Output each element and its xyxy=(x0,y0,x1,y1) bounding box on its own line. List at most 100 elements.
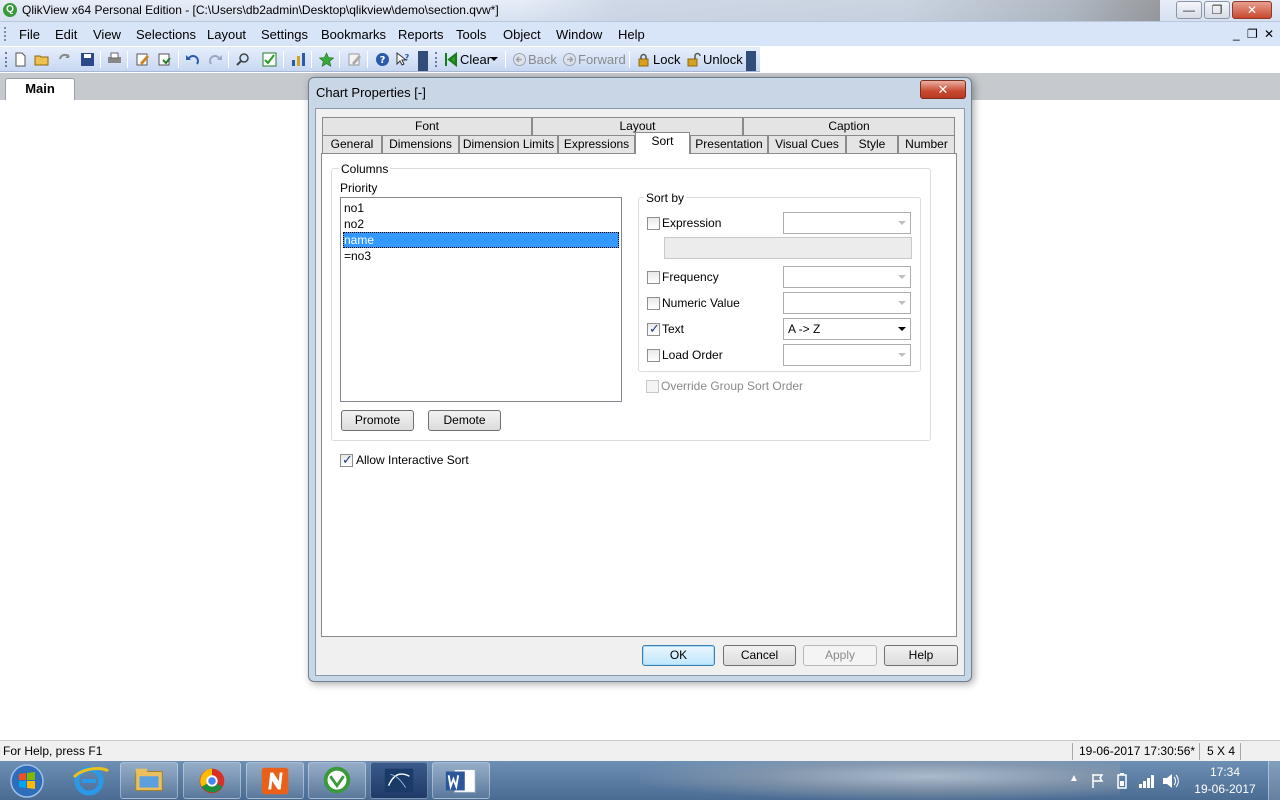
chevron-down-icon[interactable] xyxy=(490,55,498,63)
action-center-flag-icon[interactable] xyxy=(1090,773,1106,789)
tab-caption[interactable]: Caption xyxy=(743,117,955,135)
toolbar-overflow-chevron[interactable] xyxy=(746,51,756,71)
cancel-button[interactable]: Cancel xyxy=(723,645,796,666)
menu-window[interactable]: Window xyxy=(556,27,602,42)
menu-selections[interactable]: Selections xyxy=(136,27,196,42)
search-icon[interactable] xyxy=(235,52,250,67)
toolbar-grip[interactable] xyxy=(435,52,438,67)
menu-view[interactable]: View xyxy=(93,27,121,42)
expression-checkbox[interactable] xyxy=(647,217,660,230)
override-group-sort-checkbox[interactable] xyxy=(646,380,659,393)
text-checkbox[interactable] xyxy=(647,321,660,337)
add-bookmark-star-icon[interactable] xyxy=(319,52,334,67)
tab-font[interactable]: Font xyxy=(322,117,532,135)
menu-file[interactable]: File xyxy=(19,27,40,42)
tab-visual-cues[interactable]: Visual Cues xyxy=(768,135,846,153)
frequency-checkbox[interactable] xyxy=(647,271,660,284)
clear-button[interactable]: Clear xyxy=(460,52,491,67)
microsoft-word-icon[interactable] xyxy=(432,762,490,799)
toolbar-grip[interactable] xyxy=(5,52,8,67)
list-item[interactable]: no1 xyxy=(343,200,619,216)
edit-module-icon[interactable] xyxy=(347,52,362,67)
battery-icon[interactable] xyxy=(1116,773,1128,789)
unlock-button[interactable]: Unlock xyxy=(703,52,743,67)
internet-explorer-icon[interactable] xyxy=(60,762,118,799)
apply-button[interactable]: Apply xyxy=(803,645,877,666)
chrome-icon[interactable] xyxy=(183,762,241,799)
expression-sort-dropdown[interactable] xyxy=(783,212,911,234)
tab-expressions[interactable]: Expressions xyxy=(558,135,635,153)
context-help-icon[interactable]: ? xyxy=(396,52,411,67)
qlikview-taskbar-icon[interactable] xyxy=(308,762,366,799)
clock-date[interactable]: 19-06-2017 xyxy=(1190,782,1260,796)
allow-interactive-sort-checkbox[interactable] xyxy=(340,452,353,468)
numeric-value-checkbox[interactable] xyxy=(647,297,660,310)
list-item-selected[interactable]: name xyxy=(343,232,619,248)
minimize-button[interactable]: — xyxy=(1176,1,1202,19)
mdi-minimize-button[interactable]: _ xyxy=(1233,27,1240,41)
tab-presentation[interactable]: Presentation xyxy=(690,135,768,153)
numeric-value-sort-dropdown[interactable] xyxy=(783,292,911,314)
menu-object[interactable]: Object xyxy=(503,27,541,42)
menu-settings[interactable]: Settings xyxy=(261,27,308,42)
undo-icon[interactable] xyxy=(185,52,200,67)
file-explorer-icon[interactable] xyxy=(120,762,178,799)
tab-number[interactable]: Number xyxy=(898,135,955,153)
tab-general[interactable]: General xyxy=(322,135,382,153)
mdi-restore-button[interactable]: ❐ xyxy=(1247,27,1258,41)
dialog-close-button[interactable]: ✕ xyxy=(920,80,966,99)
menu-layout[interactable]: Layout xyxy=(207,27,246,42)
promote-button[interactable]: Promote xyxy=(341,410,414,431)
save-icon[interactable] xyxy=(80,52,95,67)
toolbar-separator xyxy=(629,51,630,68)
help-icon[interactable]: ? xyxy=(375,52,390,67)
reload-data-icon[interactable] xyxy=(157,52,172,67)
menu-reports[interactable]: Reports xyxy=(398,27,444,42)
restore-button[interactable]: ❐ xyxy=(1204,1,1230,19)
open-folder-icon[interactable] xyxy=(34,52,49,67)
toolbar-overflow-chevron[interactable] xyxy=(418,51,428,71)
text-sort-dropdown[interactable]: A -> Z xyxy=(783,318,911,340)
menu-grip[interactable] xyxy=(4,27,7,41)
menu-tools[interactable]: Tools xyxy=(456,27,486,42)
clear-icon xyxy=(445,52,457,67)
back-button[interactable]: Back xyxy=(528,52,557,67)
reload-icon[interactable] xyxy=(57,52,72,67)
network-signal-icon[interactable] xyxy=(1138,773,1156,789)
selections-checklist-icon[interactable] xyxy=(262,52,277,67)
expression-input[interactable] xyxy=(664,237,912,259)
tab-dimensions[interactable]: Dimensions xyxy=(382,135,459,153)
frequency-sort-dropdown[interactable] xyxy=(783,266,911,288)
new-chart-icon[interactable] xyxy=(291,52,306,67)
load-order-checkbox[interactable] xyxy=(647,349,660,362)
mdi-close-button[interactable]: ✕ xyxy=(1264,27,1274,41)
menu-help[interactable]: Help xyxy=(618,27,645,42)
status-separator xyxy=(1199,743,1200,760)
list-item[interactable]: =no3 xyxy=(343,248,619,264)
start-button-windows-icon[interactable] xyxy=(2,762,52,799)
tab-dimension-limits[interactable]: Dimension Limits xyxy=(459,135,558,153)
redo-icon[interactable] xyxy=(208,52,223,67)
demote-button[interactable]: Demote xyxy=(428,410,501,431)
volume-icon[interactable] xyxy=(1162,773,1180,789)
forward-button[interactable]: Forward xyxy=(578,52,626,67)
database-tool-icon[interactable] xyxy=(370,762,428,799)
show-desktop-button[interactable] xyxy=(1268,761,1280,800)
tab-style[interactable]: Style xyxy=(846,135,898,153)
list-item[interactable]: no2 xyxy=(343,216,619,232)
clock-time[interactable]: 17:34 xyxy=(1190,765,1260,779)
tab-sort[interactable]: Sort xyxy=(635,132,690,154)
new-document-icon[interactable] xyxy=(13,52,28,67)
lock-button[interactable]: Lock xyxy=(653,52,680,67)
close-window-button[interactable]: ✕ xyxy=(1232,1,1272,19)
menu-edit[interactable]: Edit xyxy=(55,27,77,42)
menu-bookmarks[interactable]: Bookmarks xyxy=(321,27,386,42)
nitro-pdf-icon[interactable] xyxy=(246,762,304,799)
help-button[interactable]: Help xyxy=(884,645,958,666)
edit-script-icon[interactable] xyxy=(135,52,150,67)
ok-button[interactable]: OK xyxy=(642,645,715,666)
sheet-tab-main[interactable]: Main xyxy=(5,78,75,100)
priority-list[interactable]: no1 no2 name =no3 xyxy=(340,197,622,402)
load-order-sort-dropdown[interactable] xyxy=(783,344,911,366)
print-icon[interactable] xyxy=(107,52,122,67)
